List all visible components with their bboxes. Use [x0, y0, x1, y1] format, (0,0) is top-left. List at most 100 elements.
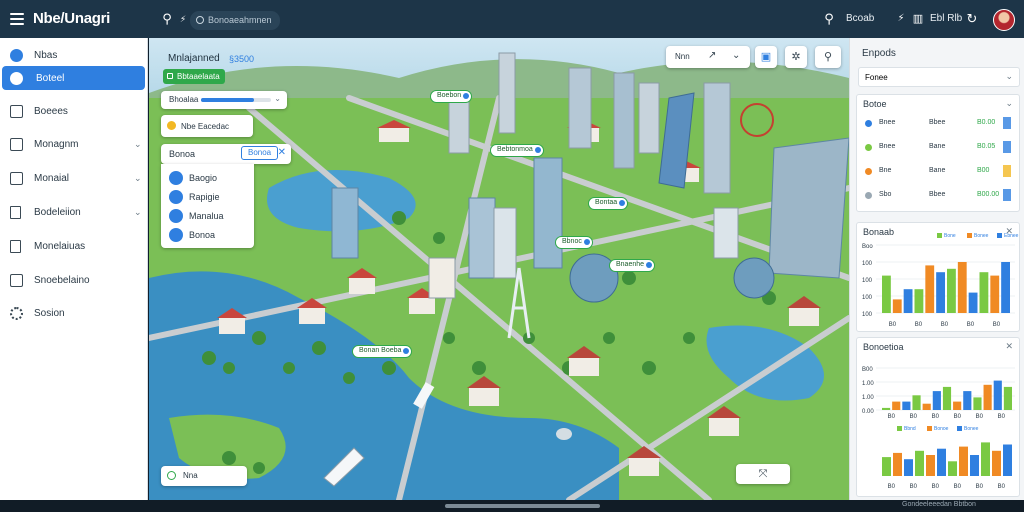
chart-bar [979, 272, 989, 313]
map-pin-2[interactable]: Bontaa [588, 197, 629, 210]
stat-row[interactable]: Sbo Bbee B00.00 [857, 185, 1021, 207]
green-action-button[interactable]: Bbtaaelaata [163, 69, 225, 84]
dropdown-item-label: Manalua [189, 211, 224, 221]
chart-bar [915, 450, 924, 476]
progress-select[interactable]: Bhoalaa ⌄ [161, 91, 287, 109]
chevron-down-icon[interactable]: ⌄ [134, 173, 142, 184]
stat-list: Bnee Bbee B0.00 Bnee Bane B0.05 Bne Bane… [857, 113, 1021, 209]
filter-label: Nbe Eacedac [181, 122, 230, 131]
x-tick-label: B0 [932, 414, 940, 420]
chart-bar [1001, 262, 1010, 313]
legend-swatch [927, 426, 932, 431]
y-tick-label: 1.00 [862, 395, 874, 401]
sidebar-item-boeees[interactable]: Boeees [0, 99, 148, 123]
layers-icon[interactable]: ▣ [755, 46, 777, 68]
x-tick-label: B0 [998, 414, 1006, 420]
chart-bar [882, 407, 891, 410]
chart-bar [892, 299, 902, 313]
dropdown-item-1[interactable]: Rapigie [169, 190, 220, 204]
dropdown-title: Bonoa [169, 149, 196, 159]
app-title: Nbe/Unagri [33, 10, 111, 27]
avatar[interactable] [993, 9, 1015, 31]
map-pin-1[interactable]: Bebtonmoa [490, 144, 544, 157]
stat-row[interactable]: Bnee Bbee B0.00 [857, 113, 1021, 135]
map-search-icon[interactable]: ⚲ [815, 46, 841, 68]
chevron-down-icon[interactable]: ⌄ [1005, 98, 1013, 109]
card-bonaab: Bonaab ✕ Boo 100 100 100 100 B0 B0 B0 B0 B0 Bone Bo… [856, 222, 1020, 332]
sidebar-item-snoebelaino[interactable]: Snoebelaino [0, 268, 148, 292]
map-pin-3[interactable]: Bbnoc [555, 236, 593, 249]
search-icon-right[interactable]: ⚲ [820, 10, 838, 28]
stat-row[interactable]: Bne Bane B00 [857, 161, 1021, 183]
sidebar-item-monaial[interactable]: Monaial ⌄ [0, 166, 148, 190]
enpods-select[interactable]: Fonee ⌄ [858, 67, 1020, 87]
sidebar-item-bodeleiion[interactable]: Bodeleiion ⌄ [0, 200, 148, 224]
settings-icon[interactable]: ✲ [785, 46, 807, 68]
x-tick-label: B0 [976, 414, 984, 420]
map-controls-label: Nnn [675, 52, 690, 61]
header-text-2: Ebl Rlb [930, 13, 963, 24]
search-input[interactable]: Bonoaeahmnen [190, 11, 280, 30]
chevron-down-icon[interactable]: ⌄ [134, 207, 142, 218]
x-tick-label: B0 [932, 484, 940, 490]
bar-chart-icon[interactable]: ▥ [909, 10, 927, 28]
bolt-icon[interactable]: ⚡ [892, 10, 910, 28]
chart-bar [937, 448, 946, 476]
chart-bar [882, 275, 891, 313]
chart-bar [983, 384, 992, 410]
filter-field[interactable]: Nbe Eacedac [161, 115, 253, 137]
map-pin-5[interactable]: Bonan Boeba [352, 345, 413, 358]
sidebar-item-sosion[interactable]: Sosion [0, 301, 148, 325]
sidebar-item-monelaiuas[interactable]: Monelaiuas [0, 234, 148, 258]
x-tick-label: B0 [954, 484, 962, 490]
refresh-icon[interactable]: ↻ [963, 10, 981, 28]
box-icon [10, 104, 23, 118]
sidebar-item-monagnm[interactable]: Monagnm ⌄ [0, 132, 148, 156]
chevron-down-icon[interactable]: ⌄ [732, 50, 740, 61]
dot-icon [10, 48, 23, 62]
pin-icon [169, 171, 183, 185]
status-dot-icon [865, 144, 872, 151]
green-button-label: Bbtaaelaata [177, 72, 220, 81]
card-botoe: Botoe ⌄ Bnee Bbee B0.00 Bnee Bane B0.05 … [856, 94, 1020, 212]
bottom-right-text: Gondeeleeedan Bbtbon [902, 501, 976, 508]
city-map[interactable]: Mnlajanned §3500 Bbtaaelaata Bhoalaa ⌄ N… [149, 38, 849, 500]
search-placeholder: Bonoaeahmnen [208, 15, 272, 25]
y-tick-label: 100 [862, 295, 873, 301]
circle-icon [10, 71, 23, 85]
chart-bar [959, 446, 968, 476]
map-header-title: Mnlajanned [168, 53, 220, 64]
clock-icon [169, 228, 183, 242]
horizontal-scrollbar[interactable] [445, 504, 600, 508]
chart-bar [968, 292, 978, 313]
bottom-left-button[interactable]: Nna [161, 466, 247, 486]
sidebar-label: Monaial [34, 172, 70, 184]
legend-label: Ebnee [1004, 233, 1019, 239]
dropdown-item-3[interactable]: Bonoa [169, 228, 215, 242]
dropdown-item-label: Rapigie [189, 192, 220, 202]
mini-bar-icon [1003, 141, 1011, 153]
card-bonoetioa: Bonoetioa ✕ B00 1.00 1.00 0.00 B0 B0 B0 B0 B0 B0 B… [856, 337, 1020, 497]
map-pin-4[interactable]: Bnaenhe [609, 259, 656, 272]
status-dot-icon [865, 192, 872, 199]
menu-icon[interactable] [10, 13, 24, 25]
card-enpods: Enpods Fonee ⌄ [856, 44, 1020, 94]
sidebar-label: Monelaiuas [34, 240, 86, 252]
sidebar-label: Bodeleiion [34, 206, 81, 218]
fullscreen-icon[interactable]: ⤧ [736, 464, 790, 484]
chart-bar [882, 457, 891, 476]
chevron-down-icon[interactable]: ⌄ [134, 139, 142, 150]
y-tick-label: 1.00 [862, 381, 874, 387]
map-pin-0[interactable]: Boebon [430, 90, 473, 103]
sidebar-item-nbas[interactable]: Nbas [0, 43, 148, 67]
dropdown-item-2[interactable]: Manalua [169, 209, 224, 223]
chart-bar [957, 262, 967, 313]
sidebar-item-boteel[interactable]: Boteel [2, 66, 145, 90]
chart-bar [912, 395, 921, 410]
stat-row[interactable]: Bnee Bane B0.05 [857, 137, 1021, 159]
arrow-icon[interactable]: ↗ [708, 50, 716, 61]
category-dropdown[interactable]: Bonoa Bonoa ✕ [161, 144, 291, 164]
close-icon[interactable]: ✕ [278, 147, 286, 158]
dropdown-item-0[interactable]: Baogio [169, 171, 217, 185]
chart-bar [932, 391, 941, 410]
